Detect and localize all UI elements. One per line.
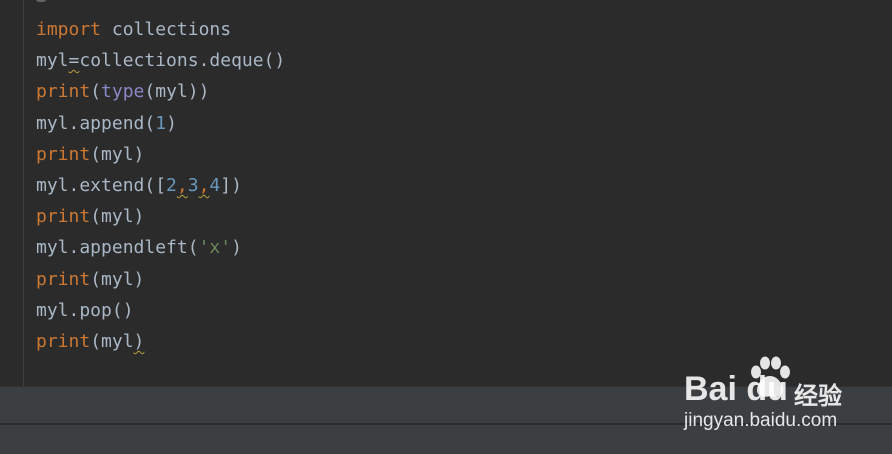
watermark-jingyan: 经验	[794, 383, 842, 410]
code-token: myl.extend([	[36, 174, 167, 196]
code-token: 4	[209, 174, 221, 196]
baidu-jingyan-watermark: Bai du 经验 jingyan.baidu.com	[684, 356, 854, 436]
code-token: (myl)	[90, 268, 145, 290]
code-token: (myl	[90, 330, 134, 352]
watermark-url: jingyan.baidu.com	[684, 410, 838, 431]
code-token: collections.deque()	[79, 50, 286, 72]
code-token: print	[36, 330, 91, 352]
code-token: 2	[166, 174, 177, 196]
code-token: collections	[101, 19, 232, 40]
code-token: 3	[187, 174, 199, 196]
code-line[interactable]: print(myl)	[36, 201, 285, 232]
code-token: ,	[198, 174, 210, 196]
code-token: ,	[176, 174, 188, 196]
code-token: myl.pop()	[36, 299, 134, 321]
code-line[interactable]: myl.extend([2,3,4])	[36, 170, 285, 201]
code-line[interactable]: print(myl)	[36, 326, 285, 357]
code-token: print	[36, 81, 91, 103]
code-token: (myl))	[144, 81, 210, 103]
code-token: myl.appendleft(	[36, 237, 199, 259]
code-line[interactable]: print(myl)	[36, 264, 285, 295]
code-editor[interactable]: import collections myl=collections.deque(…	[0, 0, 892, 386]
code-token: 1	[155, 112, 167, 134]
code-line[interactable]: myl=collections.deque()	[36, 45, 285, 76]
code-token: (myl)	[90, 143, 145, 165]
code-token: print	[36, 143, 91, 165]
code-token: ])	[220, 174, 242, 196]
code-line[interactable]: print(myl)	[36, 139, 285, 170]
code-token: myl	[36, 50, 69, 72]
code-line[interactable]: import collections	[36, 14, 285, 45]
code-line[interactable]: print(type(myl))	[36, 76, 285, 107]
code-token: type	[101, 81, 145, 103]
code-token: 'x'	[198, 237, 232, 259]
baidu-paw-icon	[751, 356, 790, 397]
code-line[interactable]: myl.appendleft('x')	[36, 232, 285, 263]
code-token: import	[36, 19, 102, 40]
code-line[interactable]: myl.pop()	[36, 295, 285, 326]
code-token: (myl)	[90, 206, 145, 228]
fold-marker-icon[interactable]	[36, 0, 46, 2]
code-line[interactable]: myl.append(1)	[36, 108, 285, 139]
code-lines[interactable]: import collections myl=collections.deque(…	[36, 14, 285, 357]
code-token: print	[36, 268, 91, 290]
code-token: )	[231, 237, 242, 259]
code-token: myl.append(	[36, 112, 156, 134]
editor-gutter[interactable]	[0, 0, 24, 386]
code-token: =	[68, 50, 80, 72]
code-token: print	[36, 206, 91, 228]
code-token: (	[90, 81, 102, 103]
code-token: )	[133, 330, 145, 352]
code-token: )	[166, 112, 177, 134]
